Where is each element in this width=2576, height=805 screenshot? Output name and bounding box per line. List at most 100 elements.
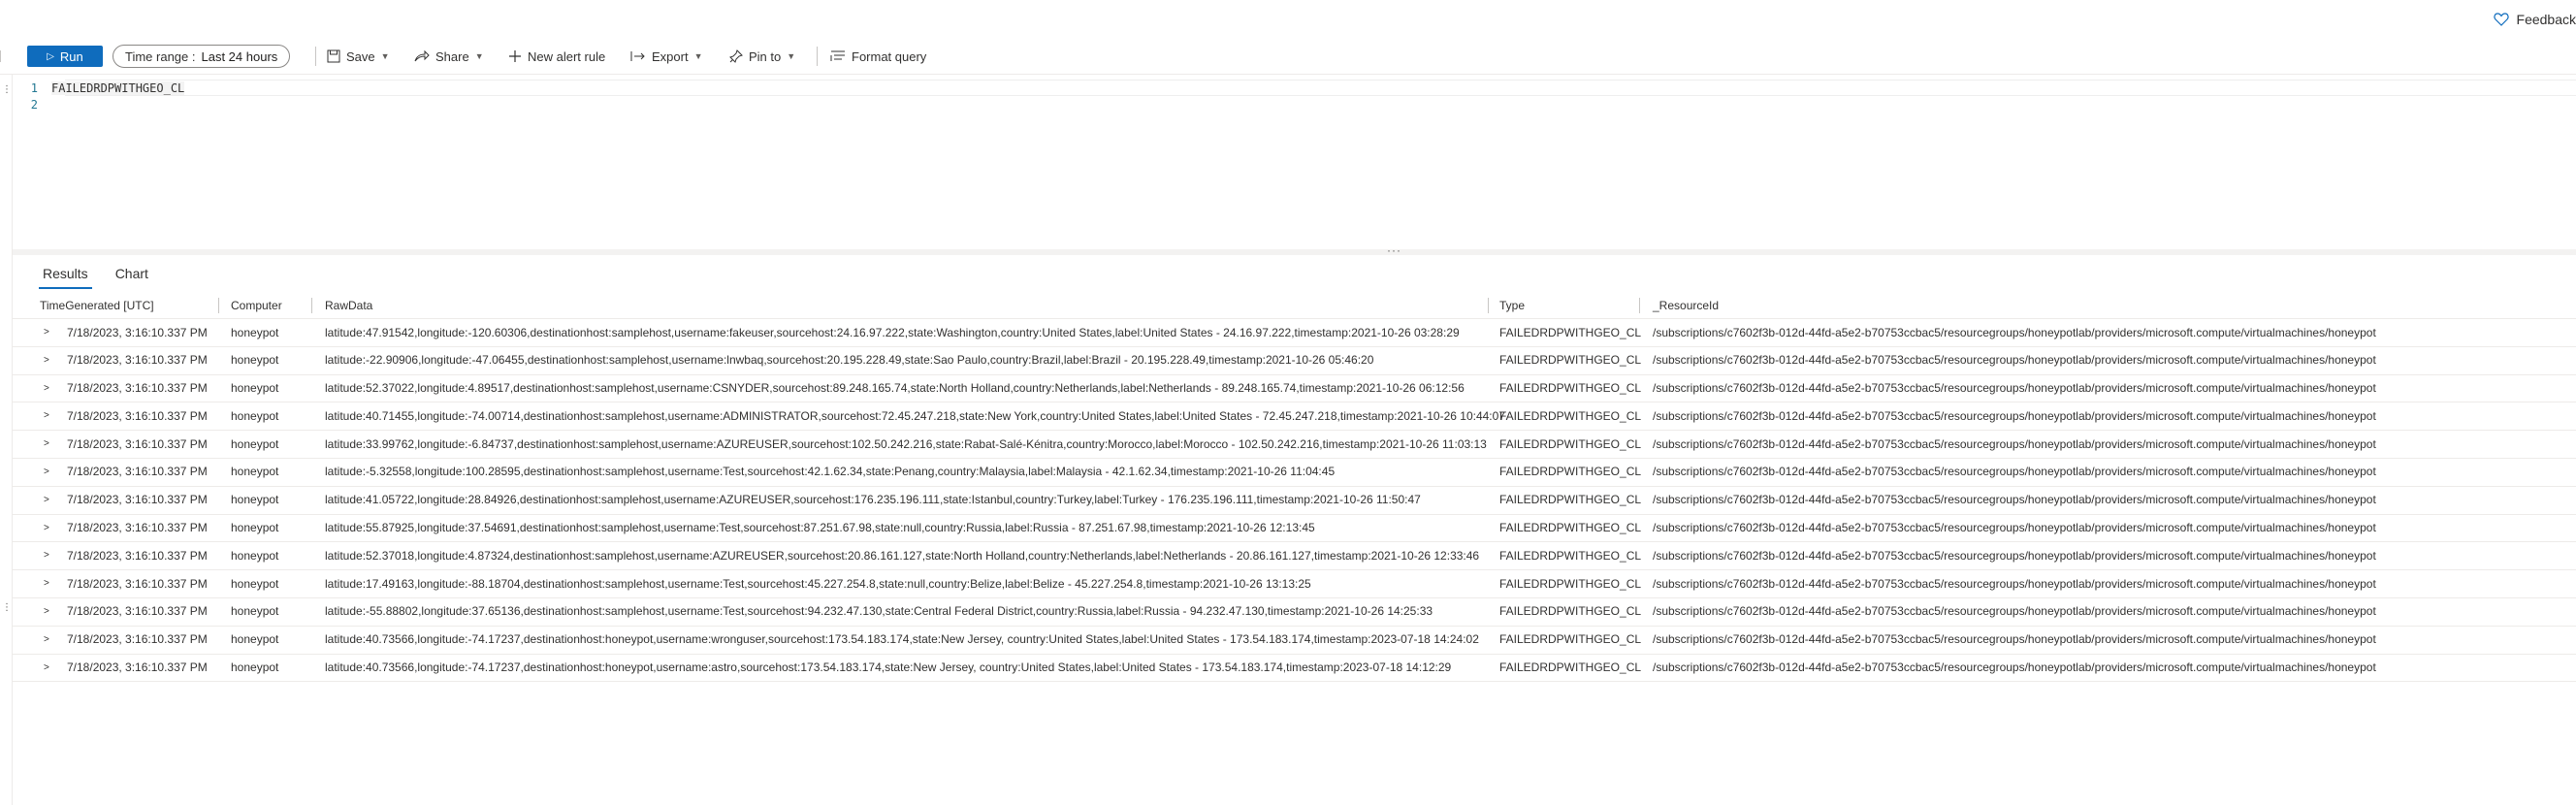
run-button[interactable]: ▷ Run bbox=[27, 46, 103, 67]
format-label: Format query bbox=[852, 48, 927, 64]
cell-timegenerated: 7/18/2023, 3:16:10.337 PM bbox=[67, 436, 208, 451]
cell-type: FAILEDRDPWITHGEO_CL bbox=[1499, 465, 1642, 479]
chevron-down-icon: ▼ bbox=[380, 51, 390, 61]
table-row[interactable]: >7/18/2023, 3:16:10.337 PM honeypot latitu… bbox=[13, 627, 2576, 655]
cell-type: FAILEDRDPWITHGEO_CL bbox=[1499, 632, 1642, 647]
expand-row-icon[interactable]: > bbox=[44, 627, 49, 653]
cell-rawdata: latitude:-22.90906,longitude:-47.06455,d… bbox=[325, 353, 1374, 368]
column-resizer[interactable] bbox=[1639, 298, 1640, 313]
tab-results[interactable]: Results bbox=[39, 260, 92, 289]
export-button[interactable]: Export ▼ bbox=[630, 45, 703, 68]
format-icon bbox=[830, 50, 845, 61]
cell-type: FAILEDRDPWITHGEO_CL bbox=[1499, 381, 1642, 396]
column-header-computer[interactable]: Computer bbox=[231, 293, 282, 318]
cell-timegenerated: 7/18/2023, 3:16:10.337 PM bbox=[67, 493, 208, 507]
save-button[interactable]: Save ▼ bbox=[327, 45, 390, 68]
cell-type: FAILEDRDPWITHGEO_CL bbox=[1499, 660, 1642, 675]
cell-rawdata: latitude:41.05722,longitude:28.84926,des… bbox=[325, 493, 1421, 507]
column-header-type[interactable]: Type bbox=[1499, 293, 1525, 318]
table-row[interactable]: >7/18/2023, 3:16:10.337 PM honeypot latitu… bbox=[13, 515, 2576, 543]
feedback-button[interactable]: Feedback bbox=[2493, 10, 2576, 29]
line-code[interactable]: FAILEDRDPWITHGEO_CL bbox=[51, 80, 185, 95]
cell-rawdata: latitude:47.91542,longitude:-120.60306,d… bbox=[325, 325, 1460, 339]
query-editor[interactable]: 1 FAILEDRDPWITHGEO_CL 2 bbox=[13, 78, 2576, 247]
column-header-rawdata[interactable]: RawData bbox=[325, 293, 372, 318]
cell-type: FAILEDRDPWITHGEO_CL bbox=[1499, 408, 1642, 423]
cell-timegenerated: 7/18/2023, 3:16:10.337 PM bbox=[67, 660, 208, 675]
table-row[interactable]: >7/18/2023, 3:16:10.337 PM honeypot latitu… bbox=[13, 402, 2576, 432]
expand-row-icon[interactable]: > bbox=[44, 347, 49, 373]
toolbar-edge bbox=[0, 50, 3, 62]
table-row[interactable]: >7/18/2023, 3:16:10.337 PM honeypot latitu… bbox=[13, 375, 2576, 403]
cell-type: FAILEDRDPWITHGEO_CL bbox=[1499, 548, 1642, 563]
expand-row-icon[interactable]: > bbox=[44, 375, 49, 402]
cell-computer: honeypot bbox=[231, 381, 279, 396]
cell-rawdata: latitude:55.87925,longitude:37.54691,des… bbox=[325, 521, 1315, 535]
feedback-label: Feedback bbox=[2516, 12, 2576, 27]
top-bar: Feedback bbox=[0, 0, 2576, 39]
expand-row-icon[interactable]: > bbox=[44, 542, 49, 568]
cell-type: FAILEDRDPWITHGEO_CL bbox=[1499, 325, 1642, 339]
share-label: Share bbox=[435, 48, 469, 64]
cell-type: FAILEDRDPWITHGEO_CL bbox=[1499, 521, 1642, 535]
pin-to-button[interactable]: Pin to ▼ bbox=[729, 45, 795, 68]
cell-timegenerated: 7/18/2023, 3:16:10.337 PM bbox=[67, 604, 208, 619]
resize-grip-icon[interactable]: ⋮ bbox=[2, 603, 12, 613]
new-alert-rule-button[interactable]: New alert rule bbox=[508, 45, 605, 68]
save-label: Save bbox=[346, 48, 375, 64]
cell-type: FAILEDRDPWITHGEO_CL bbox=[1499, 493, 1642, 507]
table-row[interactable]: >7/18/2023, 3:16:10.337 PM honeypot latitu… bbox=[13, 459, 2576, 487]
cell-resourceid: /subscriptions/c7602f3b-012d-44fd-a5e2-b… bbox=[1653, 660, 2376, 675]
column-resizer[interactable] bbox=[218, 298, 219, 313]
column-header-time[interactable]: TimeGenerated [UTC] bbox=[40, 293, 154, 318]
time-range-picker[interactable]: Time range : Last 24 hours bbox=[113, 45, 291, 68]
cell-timegenerated: 7/18/2023, 3:16:10.337 PM bbox=[67, 408, 208, 423]
cell-rawdata: latitude:-55.88802,longitude:37.65136,de… bbox=[325, 604, 1433, 619]
share-icon bbox=[414, 49, 430, 62]
current-line-highlight bbox=[65, 80, 2576, 96]
play-icon: ▷ bbox=[47, 50, 54, 62]
cell-computer: honeypot bbox=[231, 604, 279, 619]
expand-row-icon[interactable]: > bbox=[44, 319, 49, 345]
table-row[interactable]: >7/18/2023, 3:16:10.337 PM honeypot latitu… bbox=[13, 570, 2576, 598]
expand-row-icon[interactable]: > bbox=[44, 402, 49, 429]
cell-timegenerated: 7/18/2023, 3:16:10.337 PM bbox=[67, 521, 208, 535]
splitter-grip-icon[interactable]: ··· bbox=[1387, 243, 1401, 257]
cell-resourceid: /subscriptions/c7602f3b-012d-44fd-a5e2-b… bbox=[1653, 353, 2376, 368]
line-number: 1 bbox=[30, 80, 38, 95]
table-row[interactable]: >7/18/2023, 3:16:10.337 PM honeypot latitu… bbox=[13, 598, 2576, 627]
table-row[interactable]: >7/18/2023, 3:16:10.337 PM honeypot latitu… bbox=[13, 542, 2576, 571]
table-row[interactable]: >7/18/2023, 3:16:10.337 PM honeypot latitu… bbox=[13, 319, 2576, 347]
expand-row-icon[interactable]: > bbox=[44, 570, 49, 596]
cell-type: FAILEDRDPWITHGEO_CL bbox=[1499, 576, 1642, 591]
plus-icon bbox=[509, 50, 521, 62]
column-resizer[interactable] bbox=[311, 298, 312, 313]
column-resizer[interactable] bbox=[1488, 298, 1489, 313]
cell-computer: honeypot bbox=[231, 408, 279, 423]
table-row[interactable]: >7/18/2023, 3:16:10.337 PM honeypot latitu… bbox=[13, 655, 2576, 683]
resize-grip-icon[interactable]: ⋮ bbox=[2, 85, 12, 95]
cell-computer: honeypot bbox=[231, 632, 279, 647]
tab-chart[interactable]: Chart bbox=[112, 260, 152, 289]
cell-timegenerated: 7/18/2023, 3:16:10.337 PM bbox=[67, 381, 208, 396]
expand-row-icon[interactable]: > bbox=[44, 515, 49, 541]
format-query-button[interactable]: Format query bbox=[830, 45, 926, 68]
share-button[interactable]: Share ▼ bbox=[414, 45, 484, 68]
cell-rawdata: latitude:40.71455,longitude:-74.00714,de… bbox=[325, 408, 1505, 423]
cell-computer: honeypot bbox=[231, 576, 279, 591]
table-row[interactable]: >7/18/2023, 3:16:10.337 PM honeypot latitu… bbox=[13, 487, 2576, 515]
table-row[interactable]: >7/18/2023, 3:16:10.337 PM honeypot latitu… bbox=[13, 431, 2576, 459]
cell-rawdata: latitude:52.37018,longitude:4.87324,dest… bbox=[325, 548, 1480, 563]
expand-row-icon[interactable]: > bbox=[44, 598, 49, 625]
expand-row-icon[interactable]: > bbox=[44, 431, 49, 457]
cell-timegenerated: 7/18/2023, 3:16:10.337 PM bbox=[67, 632, 208, 647]
expand-row-icon[interactable]: > bbox=[44, 459, 49, 485]
column-header-resourceid[interactable]: _ResourceId bbox=[1653, 293, 1719, 318]
table-row[interactable]: >7/18/2023, 3:16:10.337 PM honeypot latitu… bbox=[13, 347, 2576, 375]
cell-computer: honeypot bbox=[231, 548, 279, 563]
expand-row-icon[interactable]: > bbox=[44, 655, 49, 681]
expand-row-icon[interactable]: > bbox=[44, 487, 49, 513]
pane-splitter[interactable] bbox=[13, 249, 2576, 255]
cell-rawdata: latitude:33.99762,longitude:-6.84737,des… bbox=[325, 436, 1487, 451]
cell-resourceid: /subscriptions/c7602f3b-012d-44fd-a5e2-b… bbox=[1653, 465, 2376, 479]
